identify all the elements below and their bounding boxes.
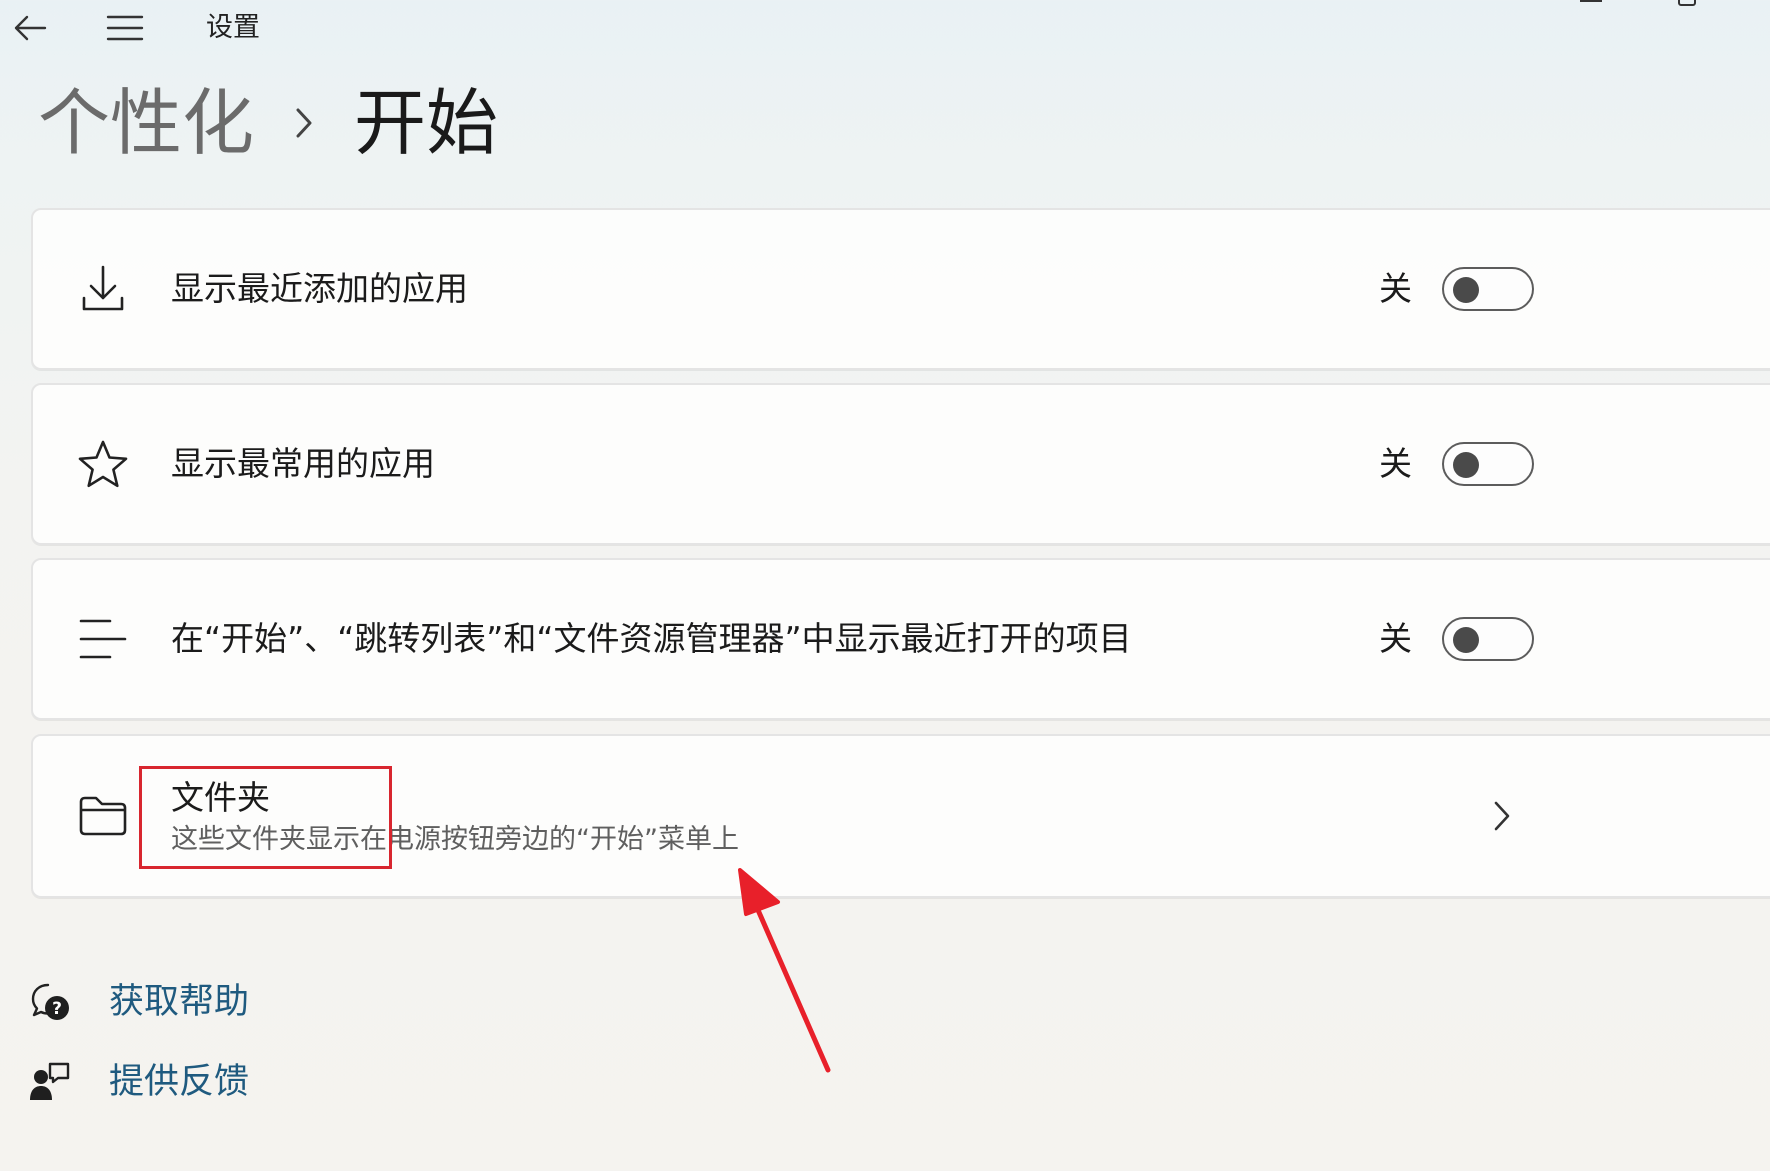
title-bar: 设置	[0, 0, 1770, 56]
setting-card-recently-added-apps: 显示最近添加的应用 关	[31, 208, 1770, 370]
list-icon	[73, 609, 133, 669]
page-title: 开始	[354, 81, 499, 165]
folders-open-button[interactable]	[1487, 796, 1517, 836]
setting-label: 在“开始”、“跳转列表”和“文件资源管理器”中显示最近打开的项目	[171, 619, 1132, 658]
help-chat-icon: ?	[27, 979, 73, 1025]
toggle-knob	[1453, 452, 1479, 478]
get-help-link[interactable]: ? 获取帮助	[27, 976, 249, 1028]
setting-label: 显示最常用的应用	[171, 444, 435, 483]
give-feedback-text: 提供反馈	[109, 1062, 250, 1102]
setting-card-folders[interactable]: 文件夹 这些文件夹显示在电源按钮旁边的“开始”菜单上	[31, 734, 1770, 898]
breadcrumb-separator	[254, 78, 354, 168]
folders-title: 文件夹	[171, 778, 270, 817]
setting-card-recently-opened-items: 在“开始”、“跳转列表”和“文件资源管理器”中显示最近打开的项目 关	[31, 558, 1770, 720]
toggle-state-text: 关	[1379, 619, 1412, 658]
toggle-knob	[1453, 277, 1479, 303]
setting-card-most-used-apps: 显示最常用的应用 关	[31, 383, 1770, 545]
toggle-knob	[1453, 627, 1479, 653]
download-icon	[73, 259, 133, 319]
breadcrumb: 个性化 开始	[38, 78, 498, 168]
back-button[interactable]	[8, 6, 52, 50]
app-title: 设置	[206, 12, 260, 43]
toggle-group: 关	[1379, 267, 1534, 311]
toggle-group: 关	[1379, 617, 1534, 661]
toggle-state-text: 关	[1379, 269, 1412, 308]
chevron-right-icon	[296, 108, 312, 138]
folders-description: 这些文件夹显示在电源按钮旁边的“开始”菜单上	[171, 824, 739, 855]
back-arrow-icon	[14, 15, 47, 41]
setting-label: 显示最近添加的应用	[171, 269, 468, 308]
toggle-state-text: 关	[1379, 444, 1412, 483]
toggle-switch-recently-added-apps[interactable]	[1442, 267, 1534, 311]
svg-text:?: ?	[52, 999, 62, 1019]
toggle-switch-recently-opened-items[interactable]	[1442, 617, 1534, 661]
toggle-group: 关	[1379, 442, 1534, 486]
chevron-right-icon	[1494, 801, 1510, 831]
breadcrumb-parent-personalization[interactable]: 个性化	[38, 78, 254, 168]
hamburger-menu-icon	[106, 15, 144, 41]
folder-text: 文件夹 这些文件夹显示在电源按钮旁边的“开始”菜单上	[171, 778, 739, 858]
navigation-menu-button[interactable]	[100, 6, 150, 50]
get-help-text: 获取帮助	[109, 982, 250, 1022]
star-icon	[73, 434, 133, 494]
folder-icon	[73, 786, 133, 846]
toggle-switch-most-used-apps[interactable]	[1442, 442, 1534, 486]
give-feedback-link[interactable]: 提供反馈	[27, 1056, 249, 1108]
feedback-person-icon	[27, 1059, 73, 1105]
